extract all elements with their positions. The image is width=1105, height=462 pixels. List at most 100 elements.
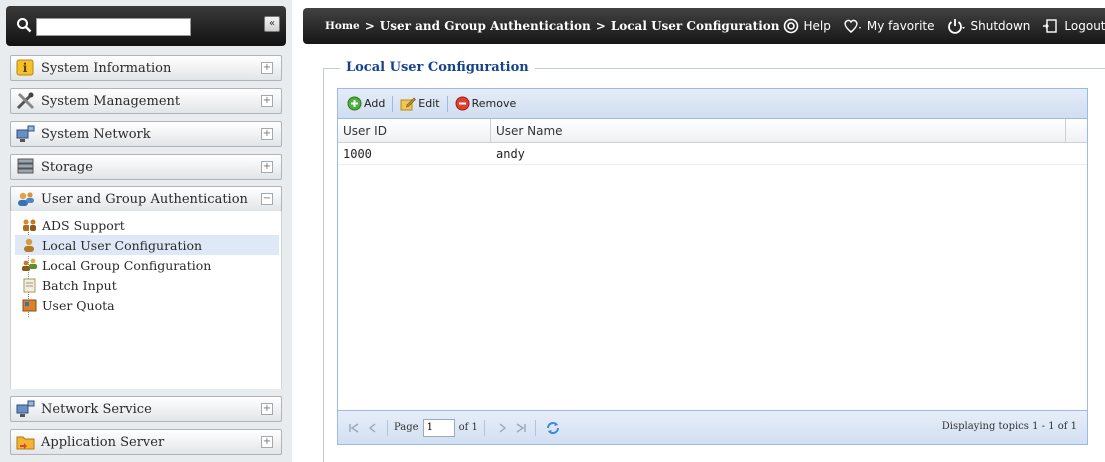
- submenu-label: Local Group Configuration: [42, 257, 212, 273]
- page-number-input[interactable]: [422, 418, 455, 437]
- nav-label: Storage: [41, 159, 93, 175]
- search-icon[interactable]: [16, 17, 32, 33]
- breadcrumb: Home > User and Group Authentication > L…: [325, 19, 779, 33]
- add-label: Add: [364, 97, 386, 110]
- edit-label: Edit: [418, 97, 440, 110]
- breadcrumb-home-link[interactable]: Home: [325, 20, 360, 32]
- shutdown-button[interactable]: Shutdown: [947, 18, 1031, 34]
- expand-icon[interactable]: +: [261, 62, 273, 74]
- ads-icon: [23, 219, 36, 231]
- network-service-icon: [16, 400, 35, 417]
- refresh-icon: [546, 421, 559, 434]
- submenu-item-ads-support[interactable]: ADS Support: [15, 215, 279, 235]
- expand-icon[interactable]: +: [261, 95, 273, 107]
- nav-system-management[interactable]: System Management +: [10, 88, 282, 114]
- logout-label: Logout: [1064, 19, 1105, 33]
- grid-header: User ID User Name: [338, 119, 1087, 143]
- pager-separator: [483, 419, 485, 436]
- last-page-button[interactable]: [513, 420, 529, 436]
- pagination-info: Displaying topics 1 - 1 of 1: [941, 421, 1077, 432]
- prev-page-button[interactable]: [365, 420, 381, 436]
- edit-icon: [400, 97, 417, 111]
- top-bar: Home > User and Group Authentication > L…: [303, 8, 1105, 44]
- page-label: Page: [394, 422, 419, 433]
- pager-separator: [534, 419, 536, 436]
- heart-icon: [844, 19, 861, 33]
- power-icon: [947, 19, 965, 34]
- logout-button[interactable]: Logout: [1042, 18, 1105, 34]
- edit-button[interactable]: Edit: [397, 93, 442, 115]
- expand-icon[interactable]: +: [261, 436, 273, 448]
- breadcrumb-current: Local User Configuration: [610, 19, 780, 33]
- column-header-user-id[interactable]: User ID: [338, 119, 491, 143]
- help-label: Help: [803, 19, 831, 33]
- expand-icon[interactable]: +: [261, 128, 273, 140]
- submenu-item-local-user-configuration[interactable]: Local User Configuration: [15, 235, 279, 255]
- submenu-label: Batch Input: [42, 277, 117, 293]
- quota-icon: [22, 299, 37, 312]
- help-button[interactable]: Help: [783, 18, 831, 34]
- my-favorite-button[interactable]: My favorite: [843, 18, 935, 34]
- next-page-button[interactable]: [494, 420, 510, 436]
- breadcrumb-item[interactable]: User and Group Authentication: [380, 19, 591, 33]
- tools-icon: [16, 92, 35, 110]
- nav-storage[interactable]: Storage +: [10, 154, 282, 180]
- refresh-button[interactable]: [545, 420, 561, 436]
- nav-label: System Management: [41, 93, 181, 109]
- first-page-button[interactable]: [346, 420, 362, 436]
- remove-label: Remove: [471, 97, 517, 110]
- grid-body: 1000 andy: [338, 143, 1087, 165]
- column-header-user-name[interactable]: User Name: [491, 119, 1066, 143]
- storage-icon: [17, 158, 34, 174]
- expand-icon[interactable]: +: [261, 403, 273, 415]
- nav-network-service[interactable]: Network Service +: [10, 396, 282, 422]
- info-icon: i: [16, 59, 34, 76]
- sidebar: « i System Information + System Manageme…: [0, 0, 292, 462]
- pager-separator: [387, 419, 388, 436]
- user-icon: [24, 238, 34, 252]
- my-favorite-label: My favorite: [866, 19, 935, 33]
- remove-button[interactable]: Remove: [452, 93, 520, 115]
- shutdown-label: Shutdown: [970, 19, 1031, 33]
- add-button[interactable]: Add: [344, 93, 388, 115]
- table-row[interactable]: 1000 andy: [338, 143, 1087, 165]
- nav-label: System Network: [41, 126, 151, 142]
- batch-icon: [23, 278, 36, 293]
- help-icon: [784, 18, 799, 34]
- logout-icon: [1043, 19, 1058, 33]
- search-input[interactable]: [36, 18, 191, 36]
- users-icon: [18, 192, 34, 206]
- expand-icon[interactable]: +: [261, 161, 273, 173]
- pagination-bar: Page of 1 Displaying topics 1 - 1 of 1: [338, 410, 1087, 444]
- breadcrumb-separator: >: [364, 19, 375, 33]
- submenu-label: ADS Support: [42, 217, 125, 233]
- next-page-icon: [499, 422, 506, 433]
- nav-user-group-authentication[interactable]: User and Group Authentication −: [10, 186, 282, 212]
- page-title: Local User Configuration: [340, 60, 535, 75]
- nav-application-server[interactable]: Application Server +: [10, 429, 282, 455]
- user-grid: Add Edit Remove User ID User Name 1000 a…: [337, 88, 1088, 445]
- prev-page-icon: [368, 422, 376, 433]
- remove-icon: [455, 96, 470, 111]
- submenu-item-batch-input[interactable]: Batch Input: [15, 275, 279, 295]
- cell-user-name: andy: [496, 147, 525, 161]
- nav-system-information[interactable]: i System Information +: [10, 55, 282, 81]
- search-bar: «: [6, 6, 286, 46]
- nav-label: User and Group Authentication: [41, 191, 248, 207]
- folder-icon: [16, 436, 35, 450]
- collapse-icon[interactable]: −: [261, 193, 273, 205]
- nav-label: Application Server: [41, 434, 165, 450]
- svg-text:i: i: [23, 61, 28, 75]
- breadcrumb-separator: >: [595, 19, 606, 33]
- toolbar-separator: [392, 95, 394, 112]
- cell-user-id: 1000: [343, 147, 372, 161]
- first-page-icon: [349, 422, 359, 433]
- submenu-user-group-authentication: ADS Support Local User Configuration Loc…: [10, 211, 282, 389]
- submenu-label: Local User Configuration: [42, 237, 203, 253]
- submenu-item-user-quota[interactable]: User Quota: [15, 295, 279, 315]
- collapse-sidebar-button[interactable]: «: [264, 16, 280, 32]
- nav-system-network[interactable]: System Network +: [10, 121, 282, 147]
- submenu-item-local-group-configuration[interactable]: Local Group Configuration: [15, 255, 279, 275]
- grid-toolbar: Add Edit Remove: [338, 89, 1087, 119]
- nav-label: System Information: [41, 60, 172, 76]
